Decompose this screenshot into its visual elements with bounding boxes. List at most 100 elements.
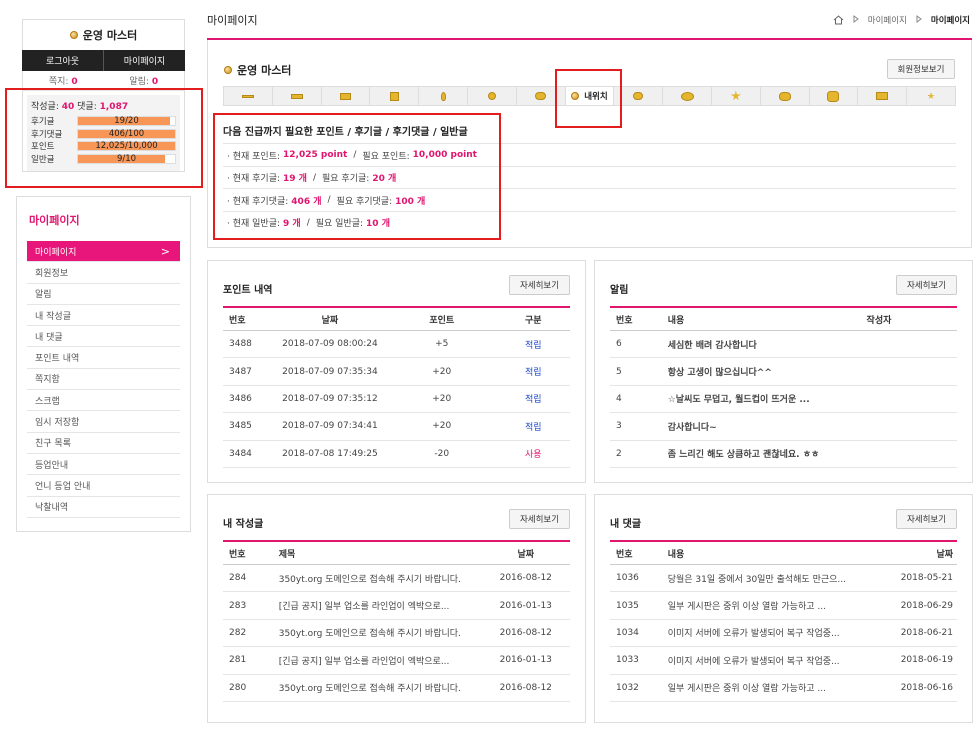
table-row[interactable]: 281 [긴급 공지] 일부 업소를 라인업이 엑박으로... 2016-01-13 [223,647,570,675]
table-row[interactable]: 3484 2018-07-08 17:49:25 -20 사용 [223,441,570,468]
tab-rank-level[interactable] [858,87,908,105]
memo-link[interactable]: 쪽지: 0 [23,74,104,87]
table-cell: 1033 [616,655,639,666]
sidebar-item[interactable]: 등업안내 [27,454,180,476]
table-cell: 2018-07-09 08:00:24 [282,339,378,350]
table-row[interactable]: 2 좀 느리긴 해도 상큼하고 괜찮네요. ㅎㅎ [610,441,957,468]
alarm-more-button[interactable]: 자세히보기 [896,275,957,295]
table-row[interactable]: 3487 2018-07-09 07:35:34 +20 적립 [223,358,570,386]
coin-icon [224,66,232,74]
table-row[interactable]: 283 [긴급 공지] 일부 업소를 라인업이 엑박으로... 2016-01-13 [223,592,570,620]
sidebar-item[interactable]: 마이페이지 > [27,241,180,263]
table-row[interactable]: 1035 일부 게시판은 중위 이상 열람 가능하고 ... 2018-06-29 [610,592,957,620]
table-row[interactable]: 3488 2018-07-09 08:00:24 +5 적립 [223,331,570,359]
sidebar-item[interactable]: 스크랩 [27,390,180,412]
table-header-cell: 날짜 [321,315,339,326]
table-cell: 282 [229,627,247,638]
sidebar-item-label: 쪽지함 [35,375,60,386]
sidebar-item-label: 임시 저장함 [35,418,80,429]
logout-button[interactable]: 로그아웃 [22,50,104,71]
tab-rank-level[interactable] [419,87,468,105]
profile-buttons: 로그아웃 마이페이지 [22,50,185,71]
myposts-title: 내 작성글 [223,519,264,530]
tab-rank-level[interactable] [273,87,322,105]
tab-rank-level[interactable] [663,87,712,105]
sidebar-item[interactable]: 포인트 내역 [27,347,180,369]
table-row[interactable]: 1033 이미지 서버에 오류가 발생되어 복구 작업중... 2018-06-19 [610,647,957,675]
sidebar-item[interactable]: 임시 저장함 [27,411,180,433]
points-more-button[interactable]: 자세히보기 [509,275,570,295]
table-row[interactable]: 1036 당월은 31일 중에서 30일만 출석해도 만근으... 2018-05-… [610,565,957,593]
tab-rank-level[interactable] [907,87,955,105]
table-row[interactable]: 282 350yt.org 도메인으로 접속해 주시기 바랍니다. 2016-08-… [223,620,570,648]
tab-rank-level[interactable] [370,87,420,105]
table-cell: 적립 [524,340,542,351]
rank-level-icon [927,92,935,99]
sidebar-item[interactable]: 내 작성글 [27,305,180,327]
table-cell: 350yt.org 도메인으로 접속해 주시기 바랍니다. [278,629,461,640]
table-row[interactable]: 6 세심한 배려 감사합니다 [610,331,957,359]
member-info-button[interactable]: 회원정보보기 [887,59,955,79]
tab-rank-level[interactable] [761,87,810,105]
sidebar-item[interactable]: 쪽지함 [27,369,180,391]
rank-level-icon [339,92,351,100]
sidebar-item[interactable]: 알림 [27,284,180,305]
table-header: 번호 내용 날짜 [610,542,957,565]
table-cell: 사용 [524,450,542,461]
home-icon[interactable] [833,15,844,25]
tab-rank-level[interactable] [810,87,859,105]
table-row[interactable]: 1032 일부 게시판은 중위 이상 열람 가능하고 ... 2018-06-16 [610,675,957,702]
table-cell: 4 [616,393,622,404]
points-card: 포인트 내역 자세히보기 번호 날짜 포인트 구분 3488 2018-07-09 08:… [207,260,586,483]
sidebar-item[interactable]: 회원정보 [27,262,180,284]
tab-rank-level[interactable] [224,87,273,105]
table-row[interactable]: 5 항상 고생이 많으십니다^^ [610,358,957,386]
table-cell: 284 [229,573,247,584]
table-row[interactable]: 3485 2018-07-09 07:34:41 +20 적립 [223,413,570,441]
table-row[interactable]: 3 감사합니다~ [610,413,957,441]
sidebar-item[interactable]: 친구 목록 [27,433,180,454]
table-cell: 2018-07-08 17:49:25 [282,448,378,459]
sidebar-item[interactable]: 낙찰내역 [27,497,180,518]
sidebar-item-label: 마이페이지 [35,247,77,258]
table-cell: 1034 [616,627,639,638]
table-header-cell: 번호 [229,315,246,326]
sidebar-item-label: 친구 목록 [35,439,71,450]
sidebar-item[interactable]: 언니 등업 안내 [27,475,180,497]
table-cell: -20 [434,448,450,459]
tab-rank-level[interactable] [322,87,371,105]
table-header-cell: 구분 [524,315,542,326]
table-row[interactable]: 284 350yt.org 도메인으로 접속해 주시기 바랍니다. 2016-08-… [223,565,570,593]
alarm-link[interactable]: 알림: 0 [104,74,185,87]
table-row[interactable]: 3486 2018-07-09 07:35:12 +20 적립 [223,386,570,414]
table-cell: 1036 [616,573,639,584]
rank-level-icon [876,92,889,100]
table-row[interactable]: 280 350yt.org 도메인으로 접속해 주시기 바랍니다. 2016-08-… [223,675,570,702]
mycomments-more-button[interactable]: 자세히보기 [896,509,957,529]
myposts-more-button[interactable]: 자세히보기 [509,509,570,529]
rank-level-icon [487,92,496,100]
alarm-table: 번호 내용 작성자 6 세심한 배려 감사합니다 5 항상 고생이 많으십니다^^ 4 ☆날씨도… [610,306,957,468]
breadcrumb-item[interactable]: 마이페이지 [868,14,907,26]
highlight-box-profile [5,88,203,188]
info-username: 운영 마스터 [224,62,291,78]
sidebar-item-label: 포인트 내역 [35,354,80,365]
alarm-title: 알림 [610,285,629,296]
coin-icon [69,31,78,39]
sidebar-item-label: 회원정보 [35,268,69,279]
table-cell: 2018-06-29 [900,600,953,611]
table-cell: 2016-01-13 [499,655,552,666]
points-title: 포인트 내역 [223,285,273,296]
tab-rank-level[interactable] [468,87,517,105]
mypage-button[interactable]: 마이페이지 [104,50,185,71]
table-row[interactable]: 1034 이미지 서버에 오류가 발생되어 복구 작업중... 2018-06-21 [610,620,957,648]
sidebar-item[interactable]: 내 댓글 [27,326,180,348]
chevron-right-icon: > [160,244,170,258]
breadcrumb-current: 마이페이지 [930,16,970,26]
table-cell: 2018-05-21 [900,573,953,584]
table-row[interactable]: 4 ☆날씨도 무덥고, 월드컵이 뜨거운 ... [610,386,957,414]
tab-rank-level[interactable] [712,87,761,105]
table-cell: 2016-08-12 [499,627,552,638]
rank-level-icon [440,91,446,101]
mycomments-card: 내 댓글 자세히보기 번호 내용 날짜 1036 당월은 31일 중에서 30일만 출석… [594,494,973,723]
